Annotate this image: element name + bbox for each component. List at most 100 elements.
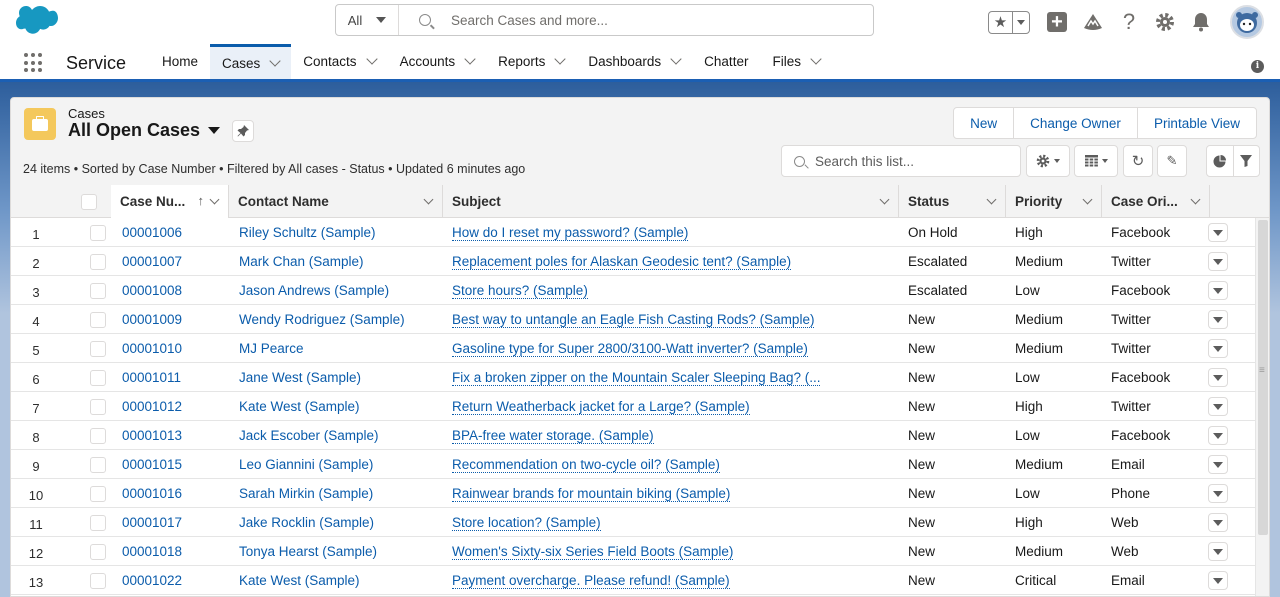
nav-tab-dashboards[interactable]: Dashboards <box>576 44 692 79</box>
subject-link[interactable]: Return Weatherback jacket for a Large? (… <box>452 392 892 421</box>
chevron-down-icon[interactable] <box>269 54 281 67</box>
row-actions-dropdown[interactable] <box>1208 310 1228 329</box>
filter-icon[interactable] <box>1234 146 1260 176</box>
chevron-down-icon[interactable] <box>554 53 567 65</box>
row-actions-dropdown[interactable] <box>1208 339 1228 358</box>
subject-text[interactable]: How do I reset my password? (Sample) <box>452 225 689 241</box>
subject-link[interactable]: Store hours? (Sample) <box>452 276 892 305</box>
new-button[interactable]: New <box>954 108 1015 138</box>
case-number-link[interactable]: 00001012 <box>122 392 227 421</box>
subject-link[interactable]: BPA-free water storage. (Sample) <box>452 421 892 450</box>
column-header-contact-name[interactable]: Contact Name <box>229 185 443 218</box>
case-number-link[interactable]: 00001011 <box>122 363 227 392</box>
row-checkbox[interactable] <box>90 398 106 415</box>
row-checkbox[interactable] <box>90 253 106 270</box>
case-number-link[interactable]: 00001008 <box>122 276 227 305</box>
case-number-link[interactable]: 00001017 <box>122 508 227 537</box>
contact-name-link[interactable]: Kate West (Sample) <box>239 566 439 595</box>
subject-text[interactable]: Return Weatherback jacket for a Large? (… <box>452 399 750 415</box>
nav-tab-home[interactable]: Home <box>150 44 210 79</box>
notifications-bell-icon[interactable] <box>1190 11 1212 33</box>
list-view-selector[interactable]: All Open Cases <box>68 120 221 141</box>
subject-link[interactable]: Best way to untangle an Eagle Fish Casti… <box>452 305 892 334</box>
row-checkbox[interactable] <box>90 485 106 502</box>
contact-name-link[interactable]: Sarah Mirkin (Sample) <box>239 479 439 508</box>
row-checkbox[interactable] <box>90 572 106 589</box>
pin-list-view-button[interactable] <box>232 120 254 142</box>
list-search-input[interactable]: Search this list... <box>781 145 1021 177</box>
case-number-link[interactable]: 00001013 <box>122 421 227 450</box>
row-actions-dropdown[interactable] <box>1208 455 1228 474</box>
column-header-subject[interactable]: Subject <box>443 185 899 218</box>
subject-link[interactable]: Recommendation on two-cycle oil? (Sample… <box>452 450 892 479</box>
column-header-case-number[interactable]: Case Nu... ↑ <box>111 185 229 218</box>
contact-name-link[interactable]: Jake Rocklin (Sample) <box>239 508 439 537</box>
favorites-star-icon[interactable]: ★ <box>989 11 1013 33</box>
table-scrollbar[interactable] <box>1255 218 1269 596</box>
subject-link[interactable]: Payment overcharge. Please refund! (Samp… <box>452 566 892 595</box>
chevron-down-icon[interactable] <box>879 194 890 205</box>
row-actions-dropdown[interactable] <box>1208 513 1228 532</box>
nav-tab-accounts[interactable]: Accounts <box>388 44 487 79</box>
global-search[interactable]: All Search Cases and more... <box>335 4 874 36</box>
chevron-down-icon[interactable] <box>464 53 476 65</box>
contact-name-link[interactable]: Mark Chan (Sample) <box>239 247 439 276</box>
row-checkbox[interactable] <box>90 369 106 386</box>
subject-text[interactable]: Store hours? (Sample) <box>452 283 588 299</box>
trailhead-icon[interactable] <box>1082 11 1104 33</box>
subject-text[interactable]: Store location? (Sample) <box>452 515 601 531</box>
chevron-down-icon[interactable] <box>670 53 682 65</box>
case-number-link[interactable]: 00001006 <box>122 218 227 247</box>
select-all-checkbox[interactable] <box>81 193 97 210</box>
subject-text[interactable]: BPA-free water storage. (Sample) <box>452 428 654 444</box>
contact-name-link[interactable]: Riley Schultz (Sample) <box>239 218 439 247</box>
global-create-icon[interactable]: + <box>1046 11 1068 33</box>
subject-text[interactable]: Women's Sixty-six Series Field Boots (Sa… <box>452 544 734 560</box>
subject-text[interactable]: Fix a broken zipper on the Mountain Scal… <box>452 370 821 386</box>
chevron-down-icon[interactable] <box>810 53 822 65</box>
subject-link[interactable]: Store location? (Sample) <box>452 508 892 537</box>
refresh-button[interactable]: ↻ <box>1123 145 1153 177</box>
contact-name-link[interactable]: Jason Andrews (Sample) <box>239 276 439 305</box>
row-checkbox[interactable] <box>90 340 106 357</box>
subject-text[interactable]: Best way to untangle an Eagle Fish Casti… <box>452 312 815 328</box>
row-actions-dropdown[interactable] <box>1208 571 1228 590</box>
contact-name-link[interactable]: Tonya Hearst (Sample) <box>239 537 439 566</box>
nav-tab-cases[interactable]: Cases <box>210 44 292 79</box>
chevron-down-icon[interactable] <box>423 194 434 205</box>
case-number-link[interactable]: 00001009 <box>122 305 227 334</box>
row-checkbox[interactable] <box>90 282 106 299</box>
row-checkbox[interactable] <box>90 456 106 473</box>
row-actions-dropdown[interactable] <box>1208 542 1228 561</box>
change-owner-button[interactable]: Change Owner <box>1014 108 1138 138</box>
subject-text[interactable]: Rainwear brands for mountain biking (Sam… <box>452 486 731 502</box>
subject-link[interactable]: Rainwear brands for mountain biking (Sam… <box>452 479 892 508</box>
row-actions-dropdown[interactable] <box>1208 484 1228 503</box>
row-actions-dropdown[interactable] <box>1208 397 1228 416</box>
case-number-link[interactable]: 00001015 <box>122 450 227 479</box>
column-header-priority[interactable]: Priority <box>1006 185 1102 218</box>
printable-view-button[interactable]: Printable View <box>1138 108 1256 138</box>
row-actions-dropdown[interactable] <box>1208 281 1228 300</box>
info-icon[interactable]: i <box>1251 60 1264 73</box>
chevron-down-icon[interactable] <box>986 194 997 205</box>
subject-link[interactable]: How do I reset my password? (Sample) <box>452 218 892 247</box>
global-search-input[interactable]: Search Cases and more... <box>399 5 873 35</box>
row-actions-dropdown[interactable] <box>1208 252 1228 271</box>
app-launcher-icon[interactable] <box>24 53 44 73</box>
row-actions-dropdown[interactable] <box>1208 223 1228 242</box>
case-number-link[interactable]: 00001022 <box>122 566 227 595</box>
case-number-link[interactable]: 00001010 <box>122 334 227 363</box>
scrollbar-thumb[interactable] <box>1258 220 1268 535</box>
subject-text[interactable]: Replacement poles for Alaskan Geodesic t… <box>452 254 792 270</box>
contact-name-link[interactable]: Leo Giannini (Sample) <box>239 450 439 479</box>
row-actions-dropdown[interactable] <box>1208 368 1228 387</box>
chevron-down-icon[interactable] <box>209 194 220 205</box>
setup-gear-icon[interactable] <box>1154 11 1176 33</box>
display-as-button[interactable] <box>1074 145 1118 177</box>
subject-link[interactable]: Fix a broken zipper on the Mountain Scal… <box>452 363 892 392</box>
nav-tab-contacts[interactable]: Contacts <box>291 44 387 79</box>
column-header-status[interactable]: Status <box>899 185 1006 218</box>
chevron-down-icon[interactable] <box>365 53 378 65</box>
case-number-link[interactable]: 00001018 <box>122 537 227 566</box>
